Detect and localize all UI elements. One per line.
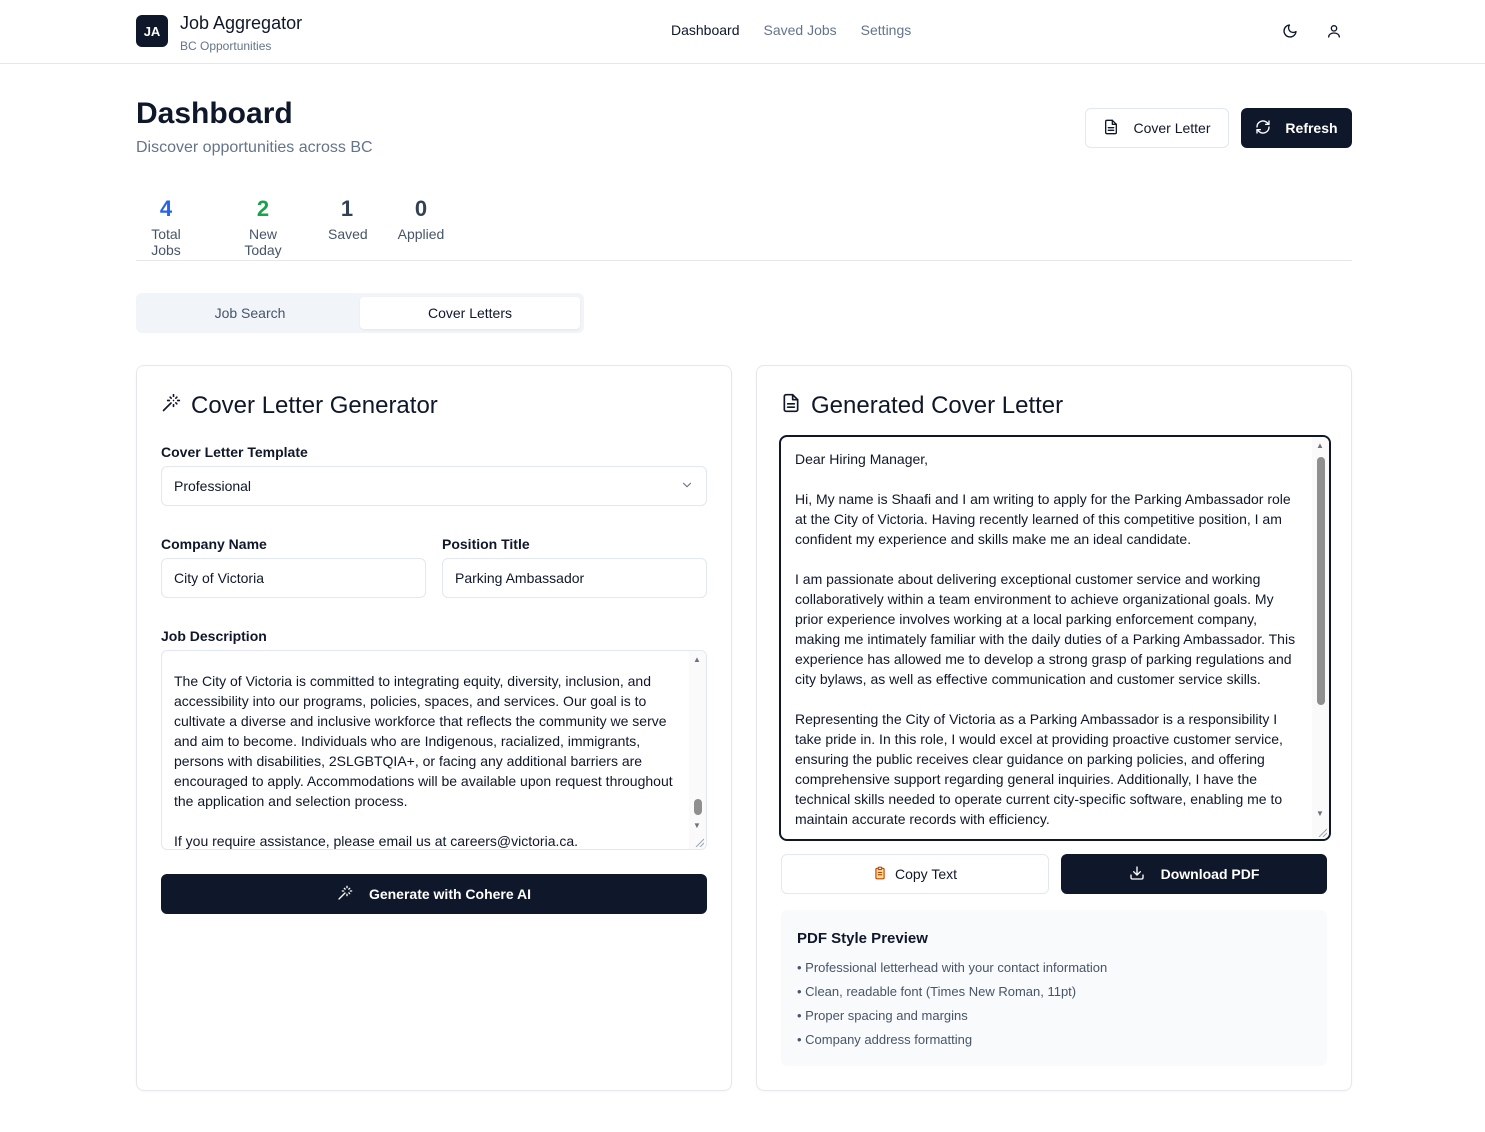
scroll-up-icon[interactable]: ▲ (693, 655, 701, 664)
main-nav: Dashboard Saved Jobs Settings (671, 22, 911, 38)
nav-saved-jobs[interactable]: Saved Jobs (764, 22, 837, 38)
app-title: Job Aggregator (180, 13, 303, 33)
company-label: Company Name (161, 536, 267, 552)
preview-list: • Professional letterhead with your cont… (797, 960, 1107, 1056)
stat-applied: 0 Applied (396, 196, 446, 242)
chevron-down-icon (680, 478, 694, 495)
cover-letter-textarea[interactable]: Dear Hiring Manager, Hi, My name is Shaa… (779, 435, 1331, 841)
generator-title-text: Cover Letter Generator (191, 392, 438, 419)
list-item: • Proper spacing and margins (797, 1008, 968, 1023)
moon-icon[interactable] (1278, 19, 1302, 43)
nav-dashboard[interactable]: Dashboard (671, 22, 740, 38)
cover-letter-generator-card: Cover Letter Generator Cover Letter Temp… (136, 365, 732, 1091)
download-pdf-button[interactable]: Download PDF (1061, 854, 1327, 894)
clipboard-icon (873, 866, 887, 883)
output-title-text: Generated Cover Letter (811, 392, 1064, 419)
generate-button[interactable]: Generate with Cohere AI (161, 874, 707, 914)
scroll-up-icon[interactable]: ▲ (1316, 441, 1324, 450)
scroll-down-icon[interactable]: ▼ (693, 821, 701, 830)
output-title: Generated Cover Letter (781, 392, 1063, 420)
stat-label: Total Jobs (151, 226, 181, 258)
cover-letter-button-label: Cover Letter (1133, 120, 1211, 136)
scroll-down-icon[interactable]: ▼ (1316, 809, 1324, 818)
cover-letter-button[interactable]: Cover Letter (1085, 108, 1229, 148)
stat-value: 2 (256, 196, 270, 221)
pdf-style-preview: PDF Style Preview • Professional letterh… (781, 910, 1327, 1066)
file-text-icon (781, 392, 801, 420)
list-item: • Professional letterhead with your cont… (797, 960, 1108, 975)
download-pdf-label: Download PDF (1160, 866, 1260, 882)
user-icon[interactable] (1322, 19, 1346, 43)
tab-list: Job Search Cover Letters (136, 293, 584, 333)
description-text: The City of Victoria is committed to int… (174, 673, 673, 849)
description-scrollbar[interactable]: ▲ ▼ (689, 651, 706, 849)
description-textarea[interactable]: The City of Victoria is committed to int… (161, 650, 707, 850)
position-label: Position Title (442, 536, 530, 552)
cover-letter-text: Dear Hiring Manager, Hi, My name is Shaa… (795, 451, 1296, 827)
stat-value: 4 (159, 196, 173, 221)
app-subtitle: BC Opportunities (180, 39, 272, 53)
refresh-button[interactable]: Refresh (1241, 108, 1352, 148)
stat-total-jobs: 4 Total Jobs (136, 196, 196, 258)
page-subtitle: Discover opportunities across BC (136, 139, 373, 156)
refresh-icon (1255, 119, 1271, 138)
copy-text-label: Copy Text (895, 866, 957, 882)
tab-cover-letters[interactable]: Cover Letters (360, 297, 580, 329)
scrollbar-thumb[interactable] (1317, 457, 1325, 705)
stat-value: 0 (414, 196, 428, 221)
template-select[interactable]: Professional (161, 466, 707, 506)
position-input[interactable]: Parking Ambassador (442, 558, 707, 598)
copy-text-button[interactable]: Copy Text (781, 854, 1049, 894)
magic-wand-icon (161, 392, 181, 420)
stat-label: Applied (397, 226, 445, 242)
generator-title: Cover Letter Generator (161, 392, 438, 420)
generate-button-label: Generate with Cohere AI (368, 886, 532, 902)
refresh-button-label: Refresh (1285, 120, 1338, 136)
file-text-icon (1103, 119, 1119, 138)
preview-title: PDF Style Preview (797, 930, 928, 947)
divider (136, 260, 1352, 261)
stat-value: 1 (340, 196, 354, 221)
stat-label: Saved (328, 226, 368, 242)
generated-cover-letter-card: Generated Cover Letter Dear Hiring Manag… (756, 365, 1352, 1091)
description-label: Job Description (161, 628, 267, 644)
magic-wand-icon (337, 885, 353, 904)
stat-new-today: 2 New Today (229, 196, 297, 258)
letter-scrollbar[interactable]: ▲ ▼ (1312, 437, 1329, 839)
resize-handle-icon[interactable] (1317, 827, 1327, 837)
nav-settings[interactable]: Settings (861, 22, 912, 38)
top-navbar: JA Job Aggregator BC Opportunities Dashb… (0, 0, 1485, 64)
template-label: Cover Letter Template (161, 444, 308, 460)
company-input[interactable]: City of Victoria (161, 558, 426, 598)
tab-job-search[interactable]: Job Search (140, 297, 360, 329)
download-icon (1129, 865, 1145, 884)
stat-saved: 1 Saved (328, 196, 368, 242)
list-item: • Company address formatting (797, 1032, 973, 1047)
page-title: Dashboard (136, 97, 293, 130)
template-select-value: Professional (174, 478, 252, 494)
app-logo[interactable]: JA (136, 15, 168, 47)
stat-label: New Today (244, 226, 282, 258)
resize-handle-icon[interactable] (694, 837, 704, 847)
list-item: • Clean, readable font (Times New Roman,… (797, 984, 1077, 999)
scrollbar-thumb[interactable] (694, 799, 702, 815)
